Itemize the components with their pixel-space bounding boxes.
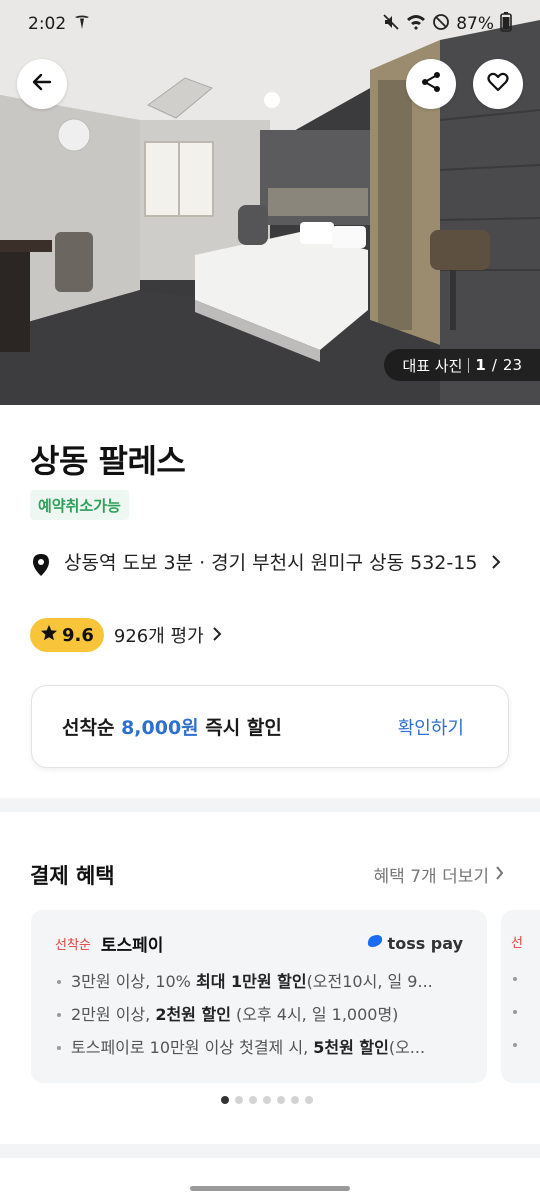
carousel-dot[interactable] [249, 1096, 257, 1104]
benefit-list: 3만원 이상, 10% 최대 1만원 할인(오전10시, 일 9... 2만원 … [55, 971, 463, 1058]
screen: 2:02 87% 대표 사진 1 / 23 상동 팔레스 예약취소가능 상동역 … [0, 0, 540, 1200]
carousel-indicator [221, 1096, 313, 1104]
dnd-icon [432, 13, 450, 36]
photo-counter-index: 1 [475, 356, 486, 374]
carousel-dot[interactable] [305, 1096, 313, 1104]
coupon-suffix: 즉시 할인 [205, 717, 282, 739]
share-icon [419, 70, 443, 98]
carousel-dot[interactable] [277, 1096, 285, 1104]
room-photo [0, 0, 540, 405]
first-come-tag: 선 [511, 936, 523, 951]
status-time: 2:02 [28, 14, 67, 34]
more-benefits-link[interactable]: 혜택 7개 더보기 [374, 862, 504, 887]
hero-photo[interactable]: 2:02 87% 대표 사진 1 / 23 [0, 0, 540, 405]
photo-counter-label: 대표 사진 [402, 356, 463, 375]
wifi-icon [406, 13, 426, 36]
carousel-dot[interactable] [263, 1096, 271, 1104]
heart-icon [486, 70, 510, 98]
tesla-icon [74, 14, 90, 35]
coupon-confirm-button[interactable]: 확인하기 [398, 714, 464, 740]
battery-icon [500, 11, 512, 37]
toss-logo-icon [366, 933, 384, 953]
back-button[interactable] [17, 59, 67, 109]
benefit-item: 토스페이로 10만원 이상 첫결제 시, 5천원 할인(오... [55, 1037, 463, 1058]
section-divider [0, 1144, 540, 1158]
carousel-dot[interactable] [235, 1096, 243, 1104]
payment-benefits-title: 결제 혜택 [30, 864, 115, 888]
chevron-right-icon [495, 865, 504, 885]
benefit-card[interactable]: 선착순 토스페이 toss pay 3만원 이상, 10% 최대 1만원 할인(… [31, 910, 487, 1083]
coupon-prefix: 선착순 [62, 717, 115, 739]
share-button[interactable] [406, 59, 456, 109]
benefit-provider-name: 토스페이 [100, 935, 164, 956]
carousel-dot[interactable] [291, 1096, 299, 1104]
chevron-right-icon [491, 550, 501, 577]
photo-counter-divider [468, 357, 470, 373]
section-divider [0, 798, 540, 812]
address-text: 상동역 도보 3분 · 경기 부천시 원미구 상동 532-15 [64, 552, 478, 574]
photo-counter[interactable]: 대표 사진 1 / 23 [384, 349, 540, 381]
address-row[interactable]: 상동역 도보 3분 · 경기 부천시 원미구 상동 532-15 [30, 550, 510, 581]
more-benefits-label: 혜택 7개 더보기 [373, 867, 489, 887]
status-bar: 2:02 87% [0, 0, 540, 48]
benefit-list [511, 968, 540, 1055]
home-indicator[interactable] [190, 1186, 350, 1191]
battery-level: 87% [456, 14, 494, 34]
first-come-tag: 선착순 [55, 937, 91, 953]
photo-counter-slash: / [491, 356, 497, 374]
benefit-item [511, 968, 540, 989]
coupon-amount: 8,000원 [121, 717, 199, 739]
benefit-card-next[interactable]: 선 [501, 910, 540, 1083]
chevron-right-icon [212, 625, 222, 646]
photo-counter-total: 23 [502, 356, 522, 374]
benefit-item: 3만원 이상, 10% 최대 1만원 할인(오전10시, 일 9... [55, 971, 463, 992]
arrow-left-icon [30, 70, 54, 98]
cancel-available-tag: 예약취소가능 [30, 490, 129, 520]
favorite-button[interactable] [473, 59, 523, 109]
carousel-dot[interactable] [221, 1096, 229, 1104]
rating-row[interactable]: 9.6 926개 평가 [30, 618, 222, 652]
toss-pay-logo: toss pay [366, 933, 463, 953]
hotel-name: 상동 팔레스 [30, 442, 186, 480]
rating-badge: 9.6 [30, 618, 104, 652]
mute-icon [382, 13, 400, 36]
toss-logo-text: toss pay [387, 933, 463, 953]
coupon-text: 선착순 8,000원 즉시 할인 [62, 713, 282, 740]
rating-score: 9.6 [62, 624, 94, 646]
review-count: 926개 평가 [113, 626, 204, 647]
star-icon [40, 624, 58, 647]
location-pin-icon [30, 553, 52, 581]
benefit-item [511, 1001, 540, 1022]
coupon-banner[interactable]: 선착순 8,000원 즉시 할인 확인하기 [31, 685, 509, 768]
benefit-item: 2만원 이상, 2천원 할인 (오후 4시, 일 1,000명) [55, 1004, 463, 1025]
benefit-item [511, 1034, 540, 1055]
